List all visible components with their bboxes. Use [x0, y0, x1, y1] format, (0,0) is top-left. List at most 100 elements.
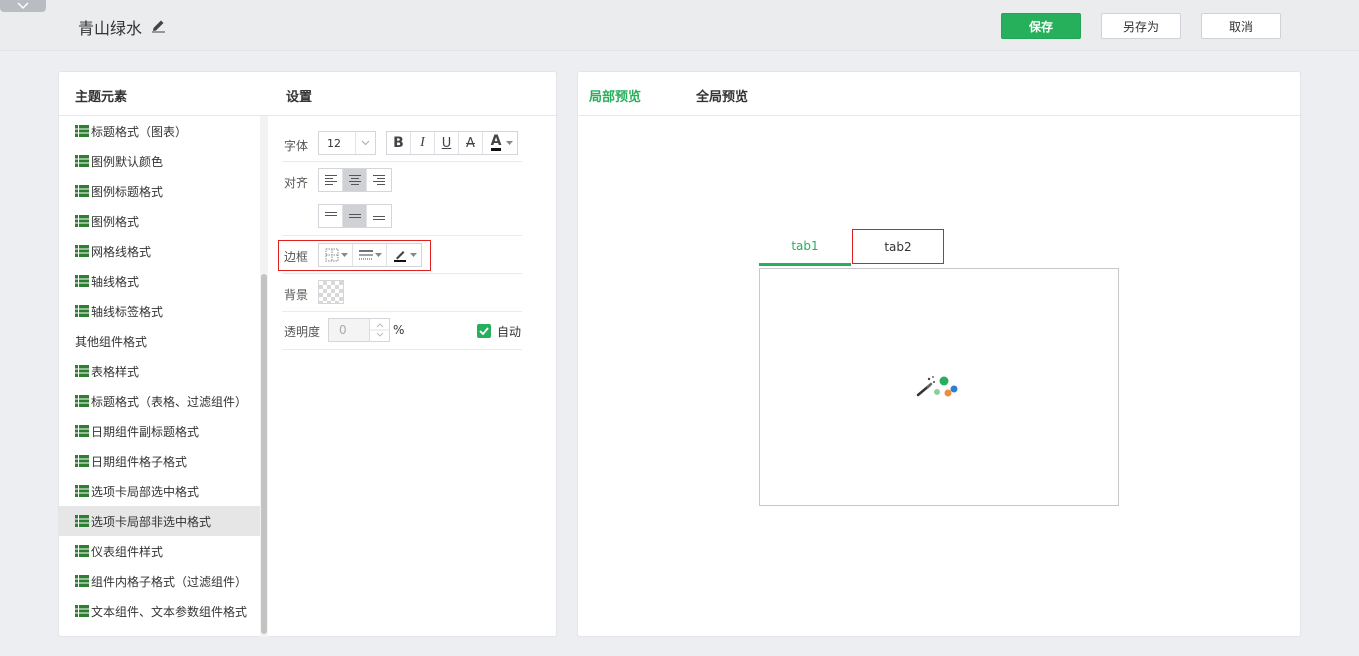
preview-header: 局部预览 全局预览: [578, 72, 1300, 116]
chevron-down-icon: [17, 2, 29, 10]
pen-color-icon: [394, 251, 406, 262]
theme-element-label: 日期组件格子格式: [91, 454, 188, 469]
opacity-row: 透明度 0 % 自动: [282, 312, 522, 350]
align-middle-icon[interactable]: [343, 205, 367, 227]
border-style-group: [318, 243, 422, 267]
settings-area: 字体 12 B I U A A 对齐 边框 背景 透明度 0 % 自动: [278, 116, 524, 416]
font-size-select[interactable]: 12: [318, 131, 376, 155]
italic-button[interactable]: I: [411, 132, 435, 154]
cancel-button[interactable]: 取消: [1201, 13, 1281, 39]
background-row: 背景: [282, 274, 522, 312]
theme-element-item[interactable]: 标题格式（表格、过滤组件）: [59, 386, 260, 416]
theme-element-label: 图例格式: [91, 214, 140, 229]
underline-button[interactable]: U: [435, 132, 459, 154]
auto-checkbox[interactable]: [477, 324, 491, 338]
opacity-value: 0: [339, 323, 347, 337]
font-size-value: 12: [327, 136, 341, 150]
checkmark-icon: [479, 327, 489, 335]
background-color-picker[interactable]: [318, 280, 344, 304]
theme-element-item[interactable]: 表格样式: [59, 356, 260, 386]
list-icon: [75, 455, 89, 467]
theme-element-label: 图例标题格式: [91, 184, 164, 199]
theme-element-label: 日期组件副标题格式: [91, 424, 200, 439]
list-icon: [75, 395, 89, 407]
preview-tab-1[interactable]: tab1: [759, 229, 851, 266]
theme-element-item[interactable]: 选项卡局部非选中格式: [59, 506, 260, 536]
theme-element-item[interactable]: 组件内格子格式（过滤组件）: [59, 566, 260, 596]
collapse-toggle[interactable]: [0, 0, 46, 12]
align-bottom-icon[interactable]: [367, 205, 391, 227]
border-color-button[interactable]: [387, 244, 421, 266]
theme-element-item[interactable]: 轴线格式: [59, 266, 260, 296]
list-icon: [75, 485, 89, 497]
border-line-style-button[interactable]: [353, 244, 387, 266]
border-grid-icon: [325, 248, 338, 262]
theme-elements-heading: 主题元素: [75, 90, 128, 105]
caret-down-icon: [506, 141, 513, 145]
opacity-stepper[interactable]: 0: [328, 318, 390, 342]
list-icon: [75, 425, 89, 437]
list-icon: [75, 575, 89, 587]
magic-wand-icon: [916, 376, 958, 397]
border-row: 边框: [278, 236, 522, 274]
font-color-glyph: A: [490, 133, 502, 151]
theme-element-list: 标题格式（图表） 图例默认颜色 图例标题格式 图例格式网格线格式轴线格式轴线标签格式其…: [59, 116, 260, 637]
list-icon: [75, 305, 89, 317]
chevron-down-icon: [355, 132, 375, 154]
theme-element-item[interactable]: 标题格式（图表）: [59, 116, 260, 146]
theme-element-item[interactable]: 图例格式: [59, 206, 260, 236]
save-button[interactable]: 保存: [1001, 13, 1081, 39]
theme-element-label: 轴线标签格式: [91, 304, 164, 319]
theme-element-label: 组件内格子格式（过滤组件）: [91, 574, 248, 589]
theme-element-label: 图例默认颜色: [91, 154, 164, 169]
theme-element-item[interactable]: 日期组件格子格式: [59, 446, 260, 476]
list-icon: [75, 125, 89, 137]
element-list-scrollbar-thumb[interactable]: [261, 274, 267, 634]
opacity-label: 透明度: [284, 325, 321, 339]
list-icon: [75, 605, 89, 617]
theme-element-item[interactable]: 轴线标签格式: [59, 296, 260, 326]
theme-element-label: 轴线格式: [91, 274, 140, 289]
tab-global-preview[interactable]: 全局预览: [696, 86, 748, 105]
list-icon: [75, 215, 89, 227]
align-left-icon[interactable]: [319, 169, 343, 191]
theme-element-item[interactable]: 其他组件格式: [59, 326, 260, 356]
list-icon: [75, 275, 89, 287]
theme-editor-panel: 主题元素 设置 标题格式（图表） 图例默认颜色 图例标题格式 图例格式 网格线格式 轴线格…: [58, 71, 557, 637]
line-style-icon: [358, 250, 373, 260]
align-center-icon[interactable]: [343, 169, 367, 191]
theme-element-label: 标题格式（图表）: [91, 124, 188, 139]
stepper-arrows[interactable]: [369, 319, 390, 341]
top-bar: 青山绿水 保存 另存为 取消: [0, 0, 1359, 51]
preview-tab-strip: tab1 tab2: [759, 229, 1129, 267]
align-right-icon[interactable]: [367, 169, 391, 191]
auto-label: 自动: [497, 325, 522, 339]
theme-element-item[interactable]: 选项卡局部选中格式: [59, 476, 260, 506]
pencil-icon[interactable]: [151, 18, 166, 33]
theme-element-item[interactable]: 图例标题格式: [59, 176, 260, 206]
font-color-button[interactable]: A: [483, 132, 517, 154]
preview-content-box: [759, 268, 1119, 506]
theme-element-item[interactable]: 文本组件、文本参数组件格式: [59, 596, 260, 626]
list-icon: [75, 515, 89, 527]
background-label: 背景: [284, 288, 309, 302]
stepper-up-down-icon: [370, 323, 390, 337]
theme-element-item[interactable]: 图例默认颜色: [59, 146, 260, 176]
bold-button[interactable]: B: [387, 132, 411, 154]
theme-element-label: 其他组件格式: [75, 334, 148, 349]
theme-element-item[interactable]: 日期组件副标题格式: [59, 416, 260, 446]
align-top-icon[interactable]: [319, 205, 343, 227]
preview-tab-2[interactable]: tab2: [852, 229, 944, 264]
theme-element-label: 标题格式（表格、过滤组件）: [91, 394, 248, 409]
list-icon: [75, 245, 89, 257]
font-style-group: B I U A A: [386, 131, 518, 155]
theme-element-item[interactable]: 网格线格式: [59, 236, 260, 266]
tab-local-preview[interactable]: 局部预览: [589, 86, 641, 105]
save-as-button[interactable]: 另存为: [1101, 13, 1181, 39]
strikethrough-button[interactable]: A: [459, 132, 483, 154]
theme-element-item[interactable]: 仪表组件样式: [59, 536, 260, 566]
border-position-button[interactable]: [319, 244, 353, 266]
align-label: 对齐: [284, 176, 309, 190]
theme-element-label: 选项卡局部选中格式: [91, 484, 200, 499]
theme-element-label: 表格样式: [91, 364, 140, 379]
